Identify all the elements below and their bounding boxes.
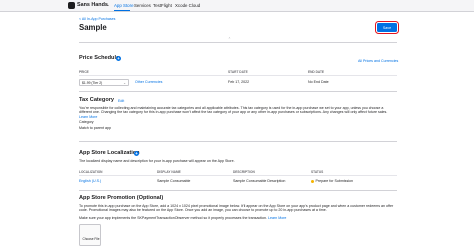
category-label: Category [79,120,94,124]
table-rule [79,175,397,176]
column-header-price: PRICE [79,70,89,74]
tab-testflight[interactable]: TestFlight [153,3,172,8]
tax-description: You're responsible for collecting and ma… [79,106,388,119]
chevron-up-icon[interactable]: ⌃ [228,37,231,41]
column-header-description: DESCRIPTION [233,170,255,174]
back-link[interactable]: < All In-App Purchases [79,17,115,21]
app-name[interactable]: Sans Hands [77,2,108,8]
price-schedule-title: Price Schedule [79,55,120,61]
status-text: Prepare for Submission [315,179,354,183]
localization-description: The localized display name and descripti… [79,159,235,163]
status-badge: Prepare for Submission [311,179,353,183]
all-prices-link[interactable]: All Prices and Currencies [358,59,398,63]
divider [79,190,397,191]
divider [79,141,397,142]
localization-link[interactable]: English (U.S.) [79,179,101,183]
promotion-description-2: Make sure your app implements the SKPaym… [79,216,287,220]
divider [79,42,397,43]
table-rule [79,75,397,76]
chevron-down-icon[interactable]: ⌄ [106,2,110,8]
other-currencies-link[interactable]: Other Currencies [135,80,162,84]
column-header-status: STATUS [311,170,324,174]
promotion-description: To promote this in-app purchase on the A… [79,204,394,213]
category-value: Match to parent app [79,126,111,130]
choose-file-label: Choose File [82,237,100,241]
status-dot-icon [311,179,314,183]
price-select[interactable]: $1.99 (Tier 2) ⌄ [79,79,129,86]
add-localization-icon[interactable]: + [134,151,139,156]
promotion-learn-more-link[interactable]: Learn More [268,216,286,220]
divider [79,91,397,92]
tab-services[interactable]: Services [134,3,151,8]
tab-xcode-cloud[interactable]: Xcode Cloud [175,3,200,8]
active-tab-indicator [114,10,130,12]
promotion-title: App Store Promotion (Optional) [79,195,164,201]
localization-title: App Store Localization [79,150,140,156]
column-header-start-date: START DATE [228,70,248,74]
apple-logo-icon[interactable] [68,2,75,9]
localization-description-cell: Sample Consumable Description [233,179,286,183]
save-button[interactable]: Save [375,21,399,34]
column-header-display-name: DISPLAY NAME [157,170,181,174]
page-title: Sample [79,23,107,32]
start-date: Feb 17, 2022 [228,80,250,84]
learn-more-link[interactable]: Learn More [79,115,97,119]
tax-category-title: Tax Category [79,97,115,103]
display-name: Sample Consumable [157,179,191,183]
edit-tax-link[interactable]: Edit [118,99,124,103]
column-header-localization: LOCALIZATION [79,170,103,174]
tab-app-store[interactable]: App Store [114,3,134,8]
column-header-end-date: END DATE [308,70,325,74]
add-price-icon[interactable]: + [116,56,121,61]
choose-file-button[interactable]: Choose File [79,224,101,246]
price-value: $1.99 (Tier 2) [82,81,103,86]
chevron-down-icon: ⌄ [123,81,126,85]
end-date: No End Date [308,80,329,84]
